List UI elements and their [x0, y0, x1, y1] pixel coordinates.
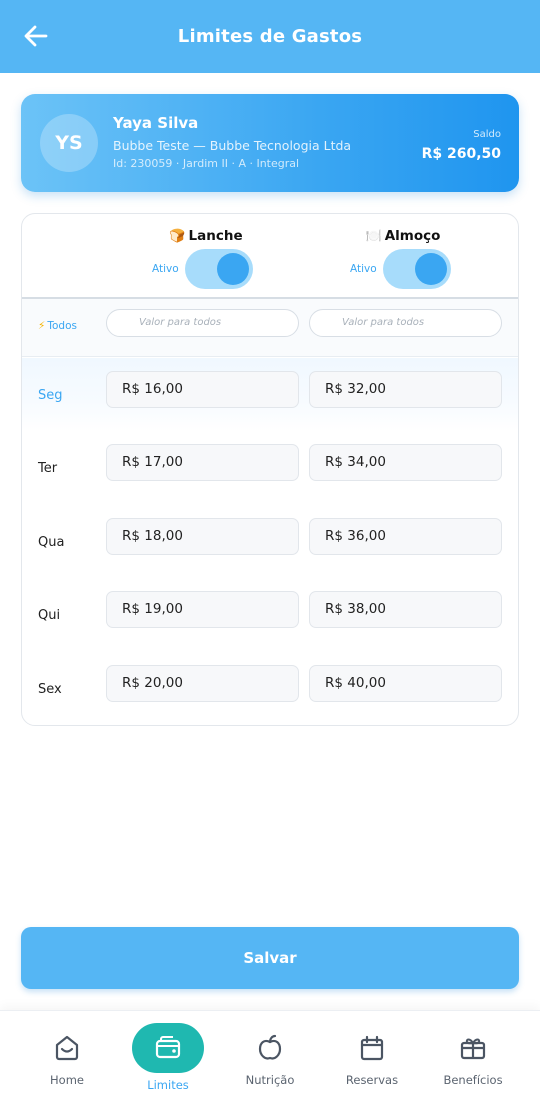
bottom-nav: Home Limites Nutrição Reservas Benefício…	[0, 1010, 540, 1102]
toggle-row-lanche: Ativo	[152, 249, 253, 289]
back-arrow-icon[interactable]	[22, 22, 50, 50]
todos-row: ⚡ Todos Valor para todos Valor para todos	[22, 299, 518, 357]
student-meta: Id: 230059 · Jardim II · A · Integral	[113, 157, 300, 170]
day-label: Qua	[38, 535, 65, 550]
nav-label: Benefícios	[443, 1073, 503, 1087]
nav-label: Reservas	[345, 1073, 399, 1087]
toggle-label: Ativo	[152, 263, 179, 275]
apple-icon	[258, 1034, 282, 1060]
almoco-value-input[interactable]: R$ 38,00	[309, 591, 502, 628]
wallet-icon	[155, 1036, 181, 1059]
todos-label: ⚡ Todos	[38, 320, 77, 332]
column-title: Lanche	[188, 228, 243, 244]
column-header-almoco: 🍽️ Almoço	[303, 228, 503, 244]
calendar-icon	[360, 1035, 384, 1061]
student-name: Yaya Silva	[113, 114, 199, 132]
lanche-toggle[interactable]	[184, 249, 253, 289]
student-profile-card: YS Yaya Silva Bubbe Teste — Bubbe Tecnol…	[21, 94, 519, 192]
app-root: Limites de Gastos YS Yaya Silva Bubbe Te…	[0, 0, 540, 1102]
nav-label: Home	[50, 1073, 84, 1087]
almoco-value-input[interactable]: R$ 40,00	[309, 665, 502, 702]
almoco-value-input[interactable]: R$ 34,00	[309, 444, 502, 481]
almoco-value-input[interactable]: R$ 32,00	[309, 371, 502, 408]
toggle-knob	[414, 253, 447, 285]
almoco-toggle[interactable]	[382, 249, 451, 289]
nav-item-nutricao[interactable]: Nutrição	[220, 1011, 320, 1102]
toggle-label: Ativo	[350, 263, 377, 275]
app-header: Limites de Gastos	[0, 0, 540, 73]
nav-item-limites[interactable]: Limites	[118, 1011, 218, 1102]
day-row-seg: Seg R$ 16,00 R$ 32,00	[22, 358, 518, 431]
nav-label: Nutrição	[245, 1073, 295, 1087]
day-label: Seg	[38, 388, 63, 403]
nav-item-home[interactable]: Home	[17, 1011, 117, 1102]
column-title: Almoço	[384, 228, 441, 244]
day-row-sex: Sex R$ 20,00 R$ 40,00	[22, 652, 518, 725]
day-label: Qui	[38, 608, 61, 623]
day-row-qua: Qua R$ 18,00 R$ 36,00	[22, 505, 518, 578]
avatar: YS	[40, 114, 98, 172]
home-icon	[55, 1035, 79, 1061]
nav-item-reservas[interactable]: Reservas	[322, 1011, 422, 1102]
balance-label: Saldo	[473, 129, 501, 140]
student-company: Bubbe Teste — Bubbe Tecnologia Ltda	[113, 138, 352, 153]
lanche-todos-input[interactable]: Valor para todos	[106, 309, 299, 337]
nav-item-beneficios[interactable]: Benefícios	[423, 1011, 523, 1102]
nav-label: Limites	[147, 1078, 189, 1092]
day-label: Sex	[38, 682, 62, 697]
column-header-lanche: 🍞 Lanche	[106, 228, 306, 244]
gift-icon	[460, 1038, 486, 1060]
day-row-ter: Ter R$ 17,00 R$ 34,00	[22, 431, 518, 504]
lanche-value-input[interactable]: R$ 18,00	[106, 518, 299, 555]
plate-icon: 🍽️	[365, 229, 382, 244]
toggle-knob	[216, 253, 249, 285]
almoco-todos-input[interactable]: Valor para todos	[309, 309, 502, 337]
bolt-icon: ⚡	[38, 320, 46, 332]
page-title: Limites de Gastos	[177, 26, 363, 47]
limits-card: 🍞 Lanche Ativo 🍽️ Almoço Ativo ⚡ Todos Valo…	[21, 213, 519, 726]
save-button[interactable]: Salvar	[21, 927, 519, 989]
balance-value: R$ 260,50	[421, 146, 501, 162]
lanche-value-input[interactable]: R$ 20,00	[106, 665, 299, 702]
lanche-value-input[interactable]: R$ 17,00	[106, 444, 299, 481]
day-label: Ter	[38, 461, 58, 476]
almoco-value-input[interactable]: R$ 36,00	[309, 518, 502, 555]
lanche-value-input[interactable]: R$ 19,00	[106, 591, 299, 628]
bread-icon: 🍞	[169, 229, 186, 244]
toggle-row-almoco: Ativo	[350, 249, 451, 289]
lanche-value-input[interactable]: R$ 16,00	[106, 371, 299, 408]
day-row-qui: Qui R$ 19,00 R$ 38,00	[22, 578, 518, 651]
